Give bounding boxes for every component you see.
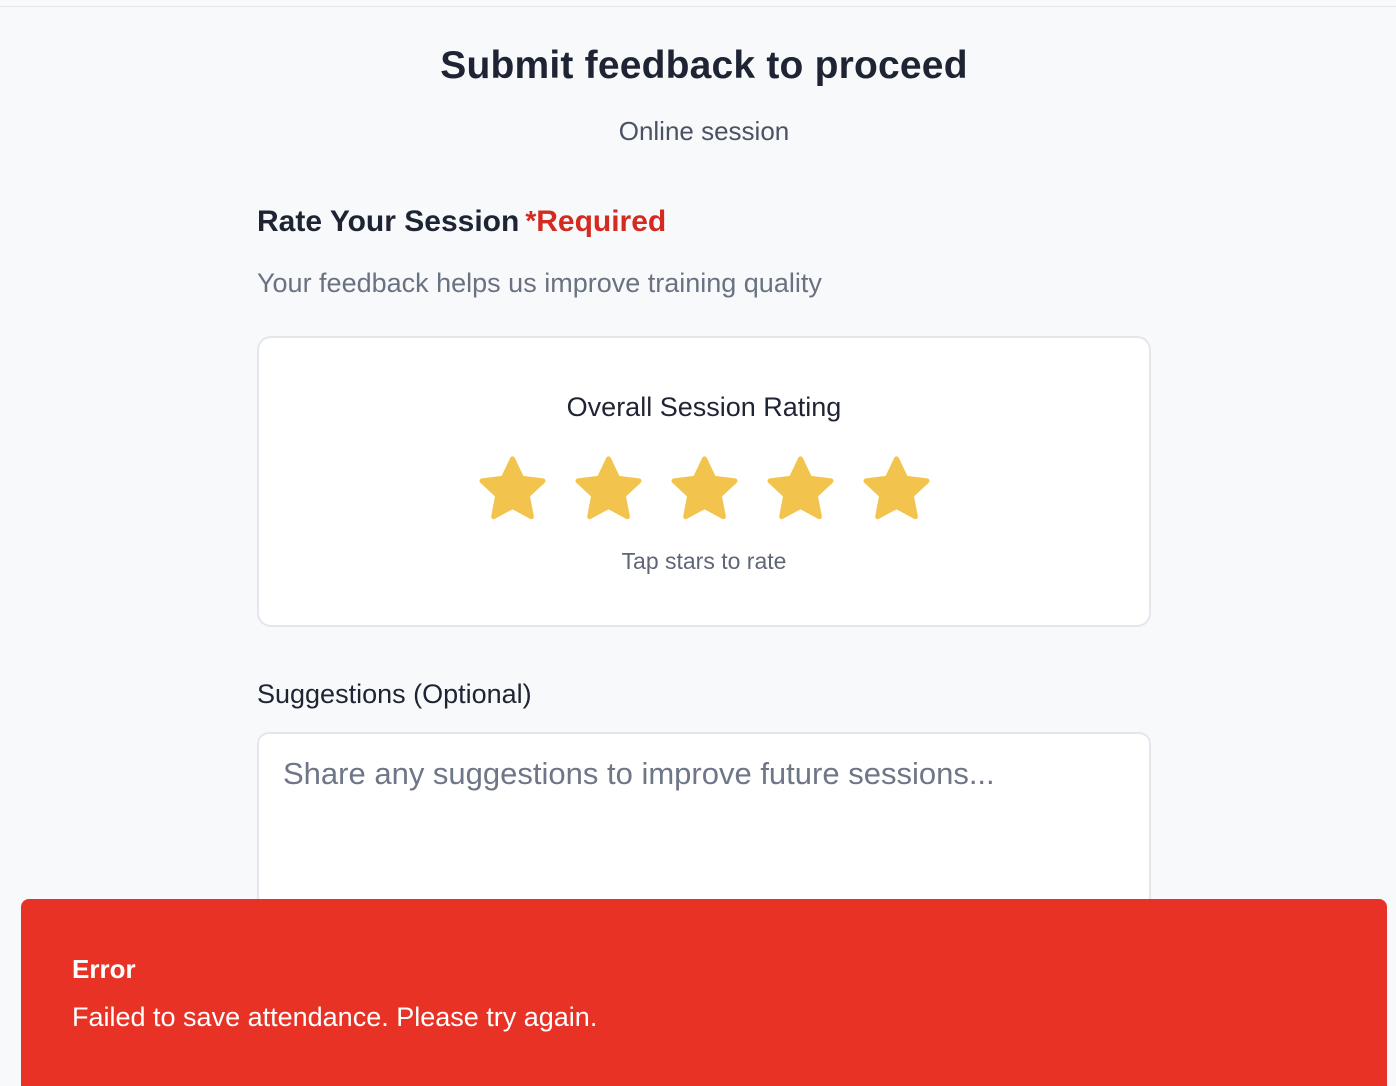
rating-section-title: Rate Your Session <box>257 205 520 238</box>
required-asterisk: * <box>525 205 537 236</box>
rating-hint: Tap stars to rate <box>621 548 787 574</box>
rating-card: Overall Session Rating Tap stars to rate <box>257 336 1151 627</box>
star-4-button[interactable] <box>763 452 838 527</box>
required-label: Required <box>536 205 667 238</box>
star-3-button[interactable] <box>667 452 742 527</box>
suggestions-label: Suggestions (Optional) <box>257 679 532 709</box>
top-divider <box>0 6 1396 7</box>
star-2-button[interactable] <box>571 452 646 527</box>
star-icon <box>479 456 545 520</box>
star-icon <box>575 456 641 520</box>
rating-section-help: Your feedback helps us improve training … <box>257 268 822 298</box>
star-icon <box>767 456 833 520</box>
star-5-button[interactable] <box>859 452 934 527</box>
star-rating <box>259 452 1149 527</box>
rating-card-title: Overall Session Rating <box>566 392 842 422</box>
star-icon <box>863 456 929 520</box>
rating-section-heading: Rate Your Session *Required <box>257 205 666 239</box>
feedback-page: Submit feedback to proceed Online sessio… <box>0 0 1396 1086</box>
error-toast[interactable]: Error Failed to save attendance. Please … <box>21 899 1387 1086</box>
error-message: Failed to save attendance. Please try ag… <box>72 1002 598 1032</box>
page-subtitle: Online session <box>618 116 790 146</box>
error-title: Error <box>72 954 136 984</box>
page-title: Submit feedback to proceed <box>440 44 968 87</box>
star-icon <box>671 456 737 520</box>
star-1-button[interactable] <box>475 452 550 527</box>
required-indicator: *Required <box>525 205 666 238</box>
